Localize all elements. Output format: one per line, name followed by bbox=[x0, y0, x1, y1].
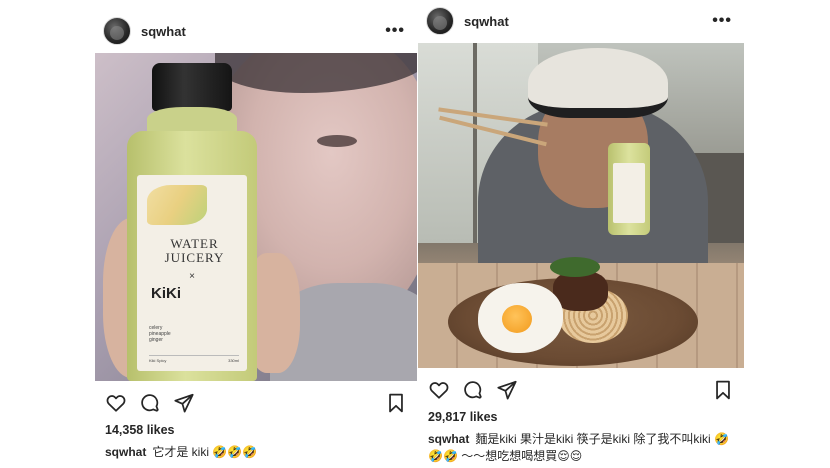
photo-yolk bbox=[502, 305, 532, 333]
caption-username[interactable]: sqwhat bbox=[105, 445, 146, 459]
post-caption: sqwhat 麵是kiki 果汁是kiki 筷子是kiki 除了我不叫kiki 🤣… bbox=[428, 431, 740, 465]
share-icon bbox=[174, 393, 194, 413]
likes-count[interactable]: 14,358 likes bbox=[105, 423, 175, 437]
bookmark-icon bbox=[389, 393, 403, 413]
bottle-label: WATER JUICERY × KiKi celery pineapple gi… bbox=[137, 175, 247, 371]
avatar[interactable] bbox=[426, 7, 454, 35]
more-options-icon[interactable]: ••• bbox=[712, 13, 732, 29]
caption-text: 麵是kiki 果汁是kiki 筷子是kiki 除了我不叫kiki 🤣🤣🤣 ～～想… bbox=[428, 432, 729, 463]
caption-text: 它才是 kiki 🤣🤣🤣 bbox=[152, 445, 258, 459]
post-actions bbox=[418, 377, 744, 403]
post-caption: sqwhat 它才是 kiki 🤣🤣🤣 bbox=[105, 444, 413, 461]
label-product: Kiki Spicy bbox=[149, 358, 167, 363]
post-actions bbox=[95, 390, 417, 416]
post-header: sqwhat ••• bbox=[418, 6, 744, 36]
avatar[interactable] bbox=[103, 17, 131, 45]
juice-bottle: WATER JUICERY × KiKi celery pineapple gi… bbox=[127, 63, 257, 381]
label-collab: KiKi bbox=[151, 285, 181, 302]
label-artwork bbox=[147, 185, 207, 225]
comment-button[interactable] bbox=[137, 390, 163, 416]
label-volume: 330ml bbox=[228, 358, 239, 363]
share-icon bbox=[497, 380, 517, 400]
heart-icon bbox=[429, 382, 449, 399]
label-brand-line2: JUICERY bbox=[164, 250, 225, 265]
caption-username[interactable]: sqwhat bbox=[428, 432, 469, 446]
label-cross: × bbox=[189, 271, 195, 282]
label-brand-line1: WATER bbox=[170, 236, 219, 251]
photo-herb bbox=[550, 257, 600, 277]
post-header: sqwhat ••• bbox=[95, 16, 417, 46]
comment-button[interactable] bbox=[460, 377, 486, 403]
label-footer: Kiki Spicy 330ml bbox=[149, 355, 239, 363]
juice-bottle bbox=[608, 143, 650, 235]
likes-count[interactable]: 29,817 likes bbox=[428, 410, 498, 424]
bookmark-button[interactable] bbox=[710, 377, 736, 403]
share-button[interactable] bbox=[494, 377, 520, 403]
share-button[interactable] bbox=[171, 390, 197, 416]
like-button[interactable] bbox=[426, 377, 452, 403]
label-brand: WATER JUICERY bbox=[147, 237, 242, 265]
bookmark-icon bbox=[716, 380, 730, 400]
comment-icon bbox=[464, 381, 482, 399]
username[interactable]: sqwhat bbox=[464, 14, 509, 29]
username[interactable]: sqwhat bbox=[141, 24, 186, 39]
heart-icon bbox=[106, 395, 126, 412]
bottle-cap bbox=[152, 63, 232, 111]
post-card-1: sqwhat ••• WATER JUICERY × KiKi celery p… bbox=[95, 0, 417, 468]
label-ingredients: celery pineapple ginger bbox=[149, 325, 171, 343]
photo-eye bbox=[317, 135, 357, 147]
post-photo[interactable] bbox=[418, 43, 744, 368]
comment-icon bbox=[141, 394, 159, 412]
more-options-icon[interactable]: ••• bbox=[385, 23, 405, 39]
post-photo[interactable]: WATER JUICERY × KiKi celery pineapple gi… bbox=[95, 53, 417, 381]
like-button[interactable] bbox=[103, 390, 129, 416]
post-card-2: sqwhat ••• 29,817 likes sqwhat 麵是kiki 果汁… bbox=[418, 0, 744, 468]
photo-cap bbox=[528, 48, 668, 118]
bookmark-button[interactable] bbox=[383, 390, 409, 416]
